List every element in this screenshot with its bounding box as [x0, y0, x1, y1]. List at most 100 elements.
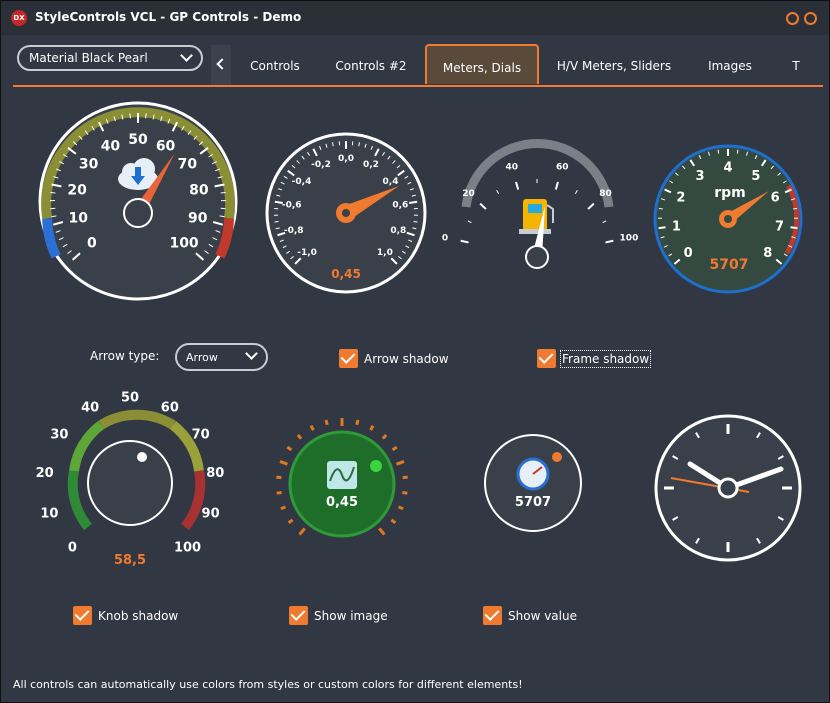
arrow-shadow-label[interactable]: Arrow shadow: [364, 352, 449, 366]
scale-tick: [689, 159, 695, 167]
chevron-down-icon: [245, 347, 258, 360]
scale-label: 3: [696, 169, 705, 184]
style-select[interactable]: Material Black Pearl: [17, 45, 203, 71]
frame-shadow-label[interactable]: Frame shadow: [559, 350, 652, 368]
clock-tick: [756, 432, 761, 439]
clock[interactable]: [654, 414, 802, 562]
scale-tick: [784, 188, 792, 194]
arrow-type-select[interactable]: Arrow: [175, 343, 268, 371]
scale-tick: [413, 221, 418, 223]
speed-gauge-yellow-zone: [41, 107, 236, 220]
scale-tick: [378, 527, 386, 536]
show-value-label[interactable]: Show value: [508, 609, 577, 623]
scale-tick: [515, 181, 520, 190]
scale-tick: [208, 154, 213, 158]
scale-tick: [402, 475, 408, 480]
scale-label: 70: [192, 428, 210, 443]
scale-tick: [401, 250, 406, 254]
scale-tick: [67, 250, 72, 255]
clock-tick: [777, 516, 784, 521]
frame-shadow-checkbox[interactable]: [537, 349, 556, 368]
scale-tick: [783, 253, 788, 257]
scale-tick: [212, 221, 224, 226]
scale-label: 0,8: [390, 226, 406, 236]
scale-tick: [668, 253, 673, 257]
scale-tick: [745, 151, 749, 156]
rpm-gauge[interactable]: 01 23 4 56 78 rpm 5707: [653, 144, 803, 294]
footer-text: All controls can automatically use color…: [13, 678, 523, 691]
clock-minute-hand: [725, 466, 784, 491]
speed-gauge[interactable]: 0 10 20 3040 50 6070 80 90 100: [38, 101, 238, 301]
scale-label: 30: [50, 428, 68, 443]
scale-tick: [658, 207, 663, 210]
close-icon[interactable]: [804, 12, 817, 25]
signed-gauge[interactable]: -1,0 -0,8 -0,6 -0,4 -0,2 0,0 0,2 0,4 0,6 0,8 1,0 0…: [265, 132, 427, 294]
scale-tick: [58, 237, 64, 241]
tab-controls-2[interactable]: Controls #2: [323, 44, 419, 84]
signed-gauge-needle: [341, 186, 399, 219]
scale-tick: [204, 250, 209, 255]
clock-ticks: [664, 424, 792, 552]
scale-label: 0: [68, 541, 77, 556]
tab-hv-meters-sliders[interactable]: H/V Meters, Sliders: [549, 44, 679, 84]
title-bar[interactable]: DX StyleControls VCL - GP Controls - Dem…: [1, 1, 829, 35]
scale-tick: [406, 231, 415, 237]
scale-tick: [658, 226, 666, 230]
scale-tick: [63, 154, 68, 158]
scale-tick: [283, 175, 288, 179]
knob-shadow-label[interactable]: Knob shadow: [98, 609, 178, 623]
minimize-icon[interactable]: [786, 12, 799, 25]
scale-label: 5: [751, 169, 760, 184]
scale-tick: [279, 239, 284, 243]
tab-more[interactable]: T: [781, 44, 811, 84]
scale-tick: [55, 230, 61, 233]
clock-tick: [777, 455, 784, 460]
show-image-checkbox[interactable]: [289, 606, 308, 625]
scale-tick: [605, 239, 614, 244]
arrow-shadow-checkbox[interactable]: [339, 349, 358, 368]
green-dial[interactable]: 0,45: [276, 418, 408, 538]
tab-images[interactable]: Images: [693, 44, 767, 84]
scale-label: 2: [676, 191, 685, 206]
scale-tick: [301, 155, 305, 160]
scale-tick: [496, 190, 500, 194]
small-dial[interactable]: 5707: [484, 434, 582, 532]
arrow-type-value: Arrow: [186, 351, 218, 364]
speed-gauge-needle: [132, 153, 175, 217]
scale-tick: [62, 243, 68, 248]
scale-tick: [602, 220, 607, 224]
show-image-label[interactable]: Show image: [314, 609, 388, 623]
scale-label: -0,6: [282, 201, 302, 211]
scale-tick: [793, 207, 798, 210]
scale-tick: [761, 159, 767, 167]
knob-shadow-checkbox[interactable]: [73, 606, 92, 625]
scale-tick: [171, 121, 179, 132]
scale-tick: [790, 226, 798, 230]
scale-label: 10: [40, 507, 58, 522]
scale-tick: [325, 143, 328, 148]
chart-icon: [327, 461, 357, 489]
scale-tick: [664, 188, 672, 194]
scale-tick: [51, 183, 62, 188]
scale-label: 7: [775, 219, 784, 234]
scale-tick: [770, 165, 774, 170]
scale-tick: [113, 116, 116, 122]
scale-tick: [306, 151, 310, 156]
fuel-gauge[interactable]: 0 20 40 60 80 100: [442, 138, 638, 269]
tab-scroll-left-button[interactable]: [211, 45, 231, 85]
cloud-download-icon: [118, 158, 158, 190]
volume-knob[interactable]: 0 10 20 30 40 50 60 70 80 90 100 58,5: [36, 391, 225, 568]
scale-label: 0,4: [383, 177, 399, 187]
scale-tick: [278, 188, 283, 191]
scale-tick: [397, 505, 404, 511]
scale-tick: [276, 491, 282, 495]
scale-label: 60: [556, 163, 569, 173]
show-value-checkbox[interactable]: [483, 606, 502, 625]
fuel-pump-icon: [519, 199, 554, 234]
scale-tick: [390, 257, 398, 265]
tab-controls[interactable]: Controls: [231, 44, 319, 84]
scale-label: 8: [763, 246, 772, 261]
tab-meters-dials[interactable]: Meters, Dials: [425, 44, 539, 84]
scale-label: 90: [188, 211, 208, 227]
scale-tick: [390, 518, 397, 525]
